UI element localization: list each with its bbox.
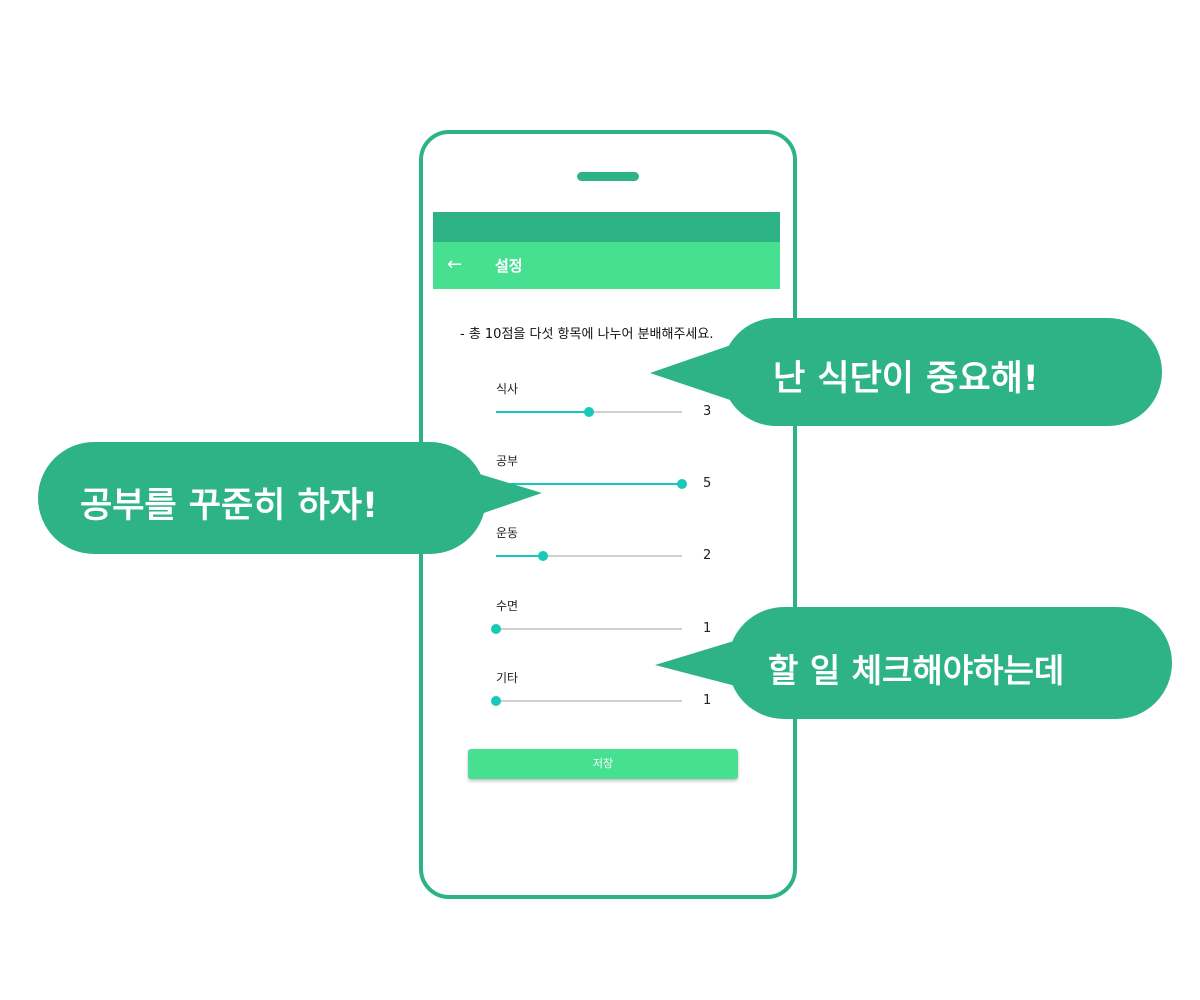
phone-frame: ← 설정 - 총 10점을 다섯 항목에 나누어 분배해주세요. 식사 3 공부…: [419, 130, 797, 899]
instruction-text: - 총 10점을 다섯 항목에 나누어 분배해주세요.: [460, 327, 714, 342]
slider-etc: 기타 1: [491, 669, 756, 729]
slider-track[interactable]: [496, 479, 687, 489]
slider-thumb[interactable]: [491, 696, 501, 706]
slider-thumb[interactable]: [537, 551, 548, 561]
slider-exercise: 운동 2: [496, 524, 756, 584]
slider-track[interactable]: [496, 407, 682, 417]
slider-label: 식사: [496, 382, 519, 396]
slider-value: 2: [703, 548, 712, 563]
slider-track[interactable]: [491, 624, 682, 634]
slider-fill: [496, 555, 543, 557]
slider-value: 3: [703, 404, 712, 419]
slider-fill: [496, 411, 589, 413]
slider-track[interactable]: [491, 696, 682, 706]
bubble-text-study: 공부를 꾸준히 하자!: [80, 486, 378, 526]
slider-value: 1: [703, 621, 712, 636]
slider-meal: 식사 3: [496, 380, 756, 440]
bubble-text-todo: 할 일 체크해야하는데: [768, 651, 1065, 690]
slider-label: 공부: [496, 454, 519, 468]
slider-thumb[interactable]: [491, 624, 501, 634]
slider-value: 5: [703, 476, 712, 491]
app-bar: ← 설정: [433, 242, 780, 289]
slider-sleep: 수면 1: [491, 597, 756, 657]
slider-fill: [496, 483, 682, 485]
slider-label: 수면: [496, 599, 519, 613]
bubble-text-diet: 난 식단이 중요해!: [773, 359, 1039, 399]
slider-label: 기타: [496, 671, 519, 685]
save-button[interactable]: 저장: [468, 749, 738, 779]
slider-track[interactable]: [496, 551, 682, 561]
status-bar: [433, 212, 780, 242]
slider-thumb[interactable]: [677, 479, 687, 489]
slider-study: 공부 5: [496, 452, 756, 512]
phone-speaker: [577, 172, 639, 181]
slider-value: 1: [703, 693, 712, 708]
slider-thumb[interactable]: [584, 407, 594, 417]
slider-label: 운동: [496, 526, 519, 540]
page-title: 설정: [495, 257, 523, 275]
arrow-left-icon[interactable]: ←: [447, 252, 469, 278]
